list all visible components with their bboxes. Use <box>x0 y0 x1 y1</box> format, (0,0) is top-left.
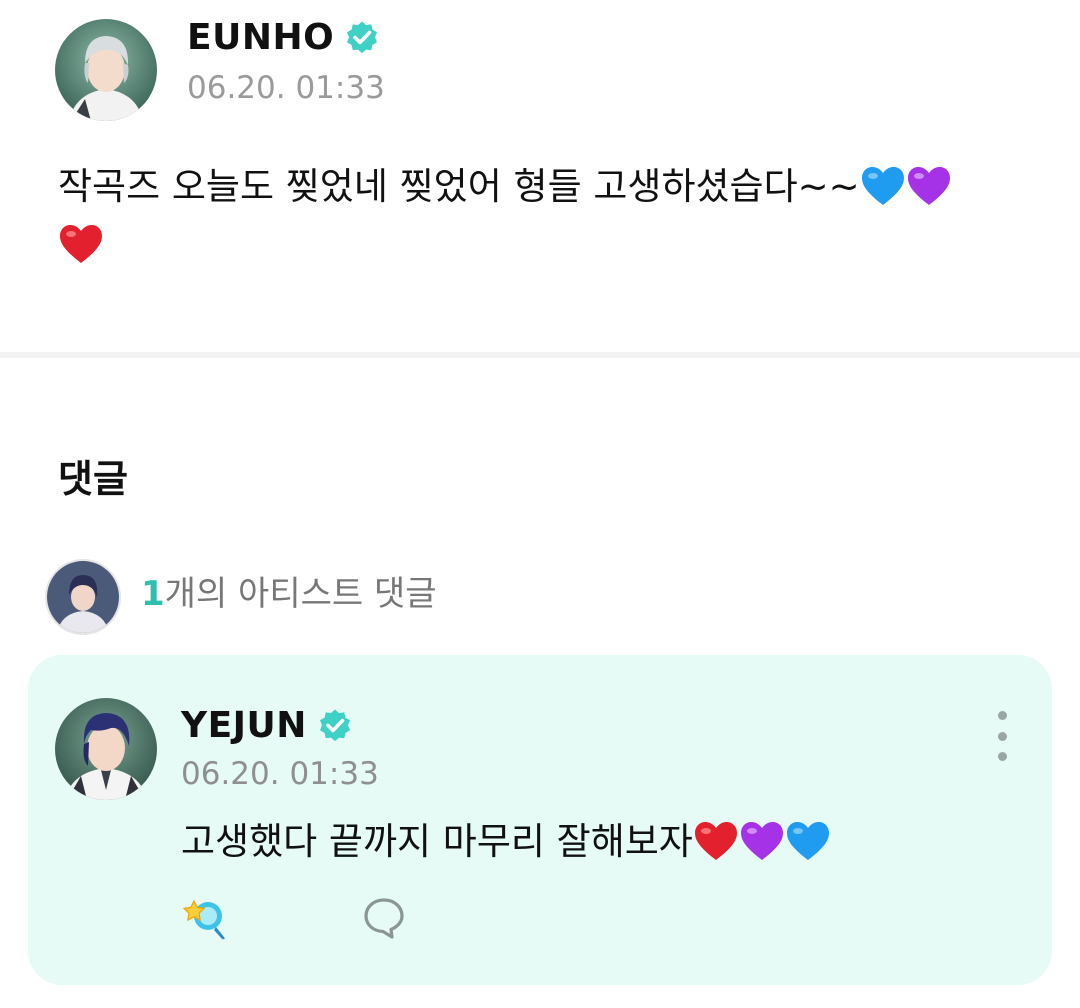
post-text: 작곡즈 오늘도 찢었네 찢었어 형들 고생하셨습다~~ <box>58 158 1048 274</box>
post-detail-page: EUNHO 06.20. 01:33 작곡즈 오늘도 찢었네 찢었어 형들 고생… <box>0 0 1080 1008</box>
eunho-avatar[interactable] <box>55 19 157 121</box>
reaction-icon[interactable] <box>180 895 232 941</box>
reply-bubble-icon[interactable] <box>361 895 407 941</box>
more-options-icon[interactable] <box>990 711 1014 761</box>
yejun-avatar[interactable] <box>55 698 157 800</box>
comment-text-content: 고생했다 끝까지 마무리 잘해보자 <box>181 820 693 863</box>
post-author-row: EUNHO <box>187 17 380 58</box>
comment-text: 고생했다 끝까지 마무리 잘해보자 <box>181 811 831 865</box>
post-author-name[interactable]: EUNHO <box>187 17 334 58</box>
artist-summary-avatar[interactable] <box>45 559 121 635</box>
post-timestamp: 06.20. 01:33 <box>187 70 385 106</box>
purple-heart-icon <box>907 167 950 205</box>
verified-badge-icon <box>344 20 380 56</box>
purple-heart-icon <box>740 822 783 860</box>
blue-heart-icon <box>861 167 904 205</box>
post-text-content: 작곡즈 오늘도 찢었네 찢었어 형들 고생하셨습다~~ <box>58 165 860 208</box>
artist-comment-summary[interactable]: 1개의 아티스트 댓글 <box>141 566 437 615</box>
artist-comment-label: 개의 아티스트 댓글 <box>164 574 437 614</box>
comment-author-name[interactable]: YEJUN <box>181 705 307 746</box>
comment-author-row: YEJUN <box>181 705 353 746</box>
comments-title: 댓글 <box>58 457 128 501</box>
artist-comment-card: YEJUN 06.20. 01:33 고생했다 끝까지 마무리 잘해보자 <box>28 655 1052 985</box>
red-heart-icon <box>694 822 737 860</box>
blue-heart-icon <box>786 822 829 860</box>
verified-badge-icon <box>317 708 353 744</box>
comment-timestamp: 06.20. 01:33 <box>181 756 379 792</box>
red-heart-icon <box>60 225 102 263</box>
artist-comment-count: 1 <box>141 574 165 614</box>
section-divider <box>0 352 1080 358</box>
